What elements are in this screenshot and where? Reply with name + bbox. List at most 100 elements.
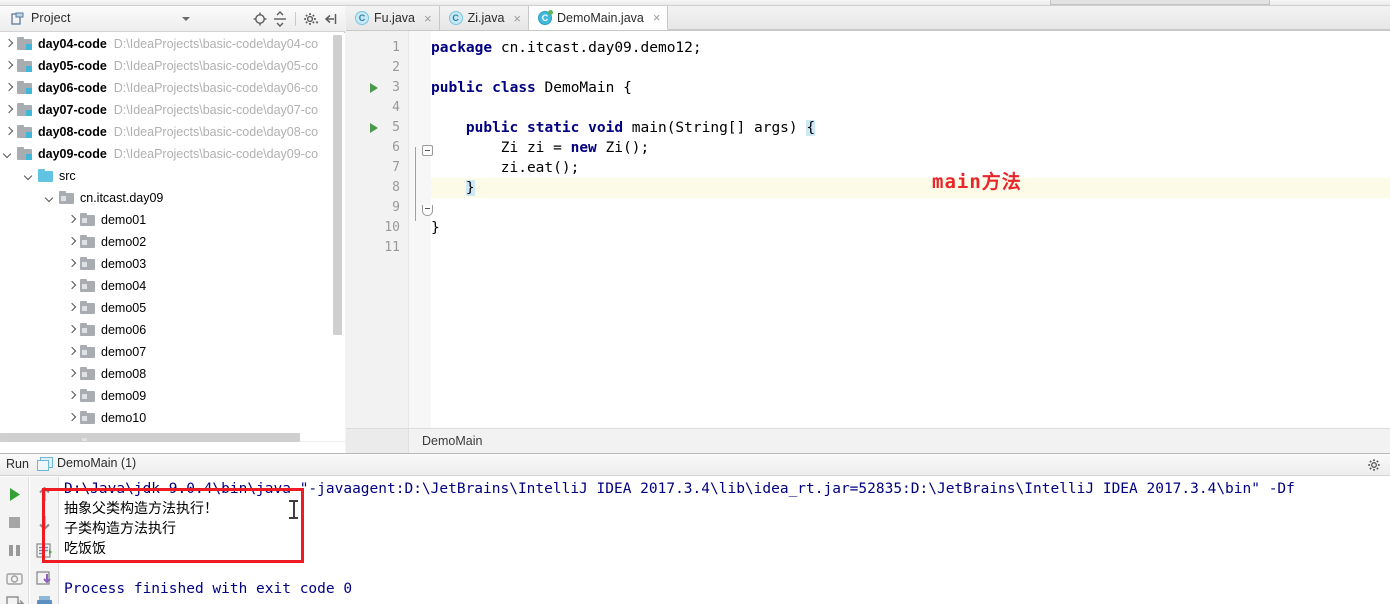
editor-area: C Fu.java × C Zi.java × C DemoMain.java × 123456…	[346, 6, 1390, 454]
console-output[interactable]: D:\Java\jdk-9.0.4\bin\java "-javaagent:D…	[60, 477, 1390, 604]
chevron-right-icon[interactable]	[67, 282, 76, 291]
chevron-down-icon[interactable]	[25, 172, 34, 181]
java-class-icon: C	[448, 11, 463, 25]
tree-node-demo06[interactable]: demo06	[0, 319, 345, 341]
chevron-right-icon[interactable]	[67, 260, 76, 269]
fold-column[interactable]	[409, 31, 433, 428]
locate-icon[interactable]	[251, 10, 269, 28]
print-icon[interactable]	[35, 594, 54, 604]
run-tool-window: Run DemoMain (1) D:\Java\jdk-9.0.4\bin\j…	[0, 453, 1390, 604]
run-gutter-marker[interactable]	[370, 83, 378, 93]
pause-icon[interactable]	[5, 541, 24, 560]
run-window-label: Run	[6, 457, 29, 471]
module-folder-icon	[17, 147, 33, 161]
tree-node-demo01[interactable]: demo01	[0, 209, 345, 231]
tree-node-path: D:\IdeaProjects\basic-code\day05-co	[113, 59, 319, 73]
code-text: {	[806, 120, 816, 136]
hide-panel-icon[interactable]	[322, 10, 340, 28]
code-line: Zi zi = new Zi();	[501, 138, 649, 158]
dump-threads-icon[interactable]	[5, 594, 24, 604]
chevron-right-icon[interactable]	[67, 326, 76, 335]
close-icon[interactable]: ×	[513, 11, 521, 26]
project-vertical-scrollbar[interactable]	[333, 35, 342, 335]
stop-icon[interactable]	[5, 513, 24, 532]
chevron-right-icon[interactable]	[4, 128, 13, 137]
tree-node-demo08[interactable]: demo08	[0, 363, 345, 385]
chevron-right-icon[interactable]	[67, 348, 76, 357]
source-folder-icon	[38, 169, 54, 183]
tree-node-label: demo01	[101, 213, 147, 227]
run-tab-demomain[interactable]: DemoMain (1)	[37, 456, 136, 471]
console-line: Process finished with exit code 0	[64, 581, 353, 597]
tree-node-demo03[interactable]: demo03	[0, 253, 345, 275]
run-settings-gear-icon[interactable]	[1366, 457, 1382, 473]
chevron-right-icon[interactable]	[67, 304, 76, 313]
package-folder-icon	[80, 323, 96, 337]
editor-tab-Fu-java[interactable]: C Fu.java ×	[346, 6, 440, 30]
tree-node-day04-code[interactable]: day04-code D:\IdeaProjects\basic-code\day…	[0, 33, 345, 55]
tree-node-cn-itcast-day09[interactable]: cn.itcast.day09	[0, 187, 345, 209]
code-keyword: void	[588, 120, 624, 136]
run-gutter-marker[interactable]	[370, 123, 378, 133]
tree-node-demo05[interactable]: demo05	[0, 297, 345, 319]
project-horizontal-scrollbar[interactable]	[0, 433, 300, 442]
code-text: cn.itcast.day09.demo12;	[492, 40, 702, 56]
editor-gutter[interactable]: 1 2 3 4 5 6 7 8 9 10 11	[346, 31, 409, 428]
tree-node-demo04[interactable]: demo04	[0, 275, 345, 297]
close-icon[interactable]: ×	[653, 10, 661, 25]
chevron-right-icon[interactable]	[4, 106, 13, 115]
chevron-right-icon[interactable]	[67, 238, 76, 247]
line-number: 8	[392, 180, 400, 195]
chevron-right-icon[interactable]	[4, 40, 13, 49]
tree-node-demo09[interactable]: demo09	[0, 385, 345, 407]
up-arrow-icon[interactable]	[35, 485, 54, 504]
tree-node-day07-code[interactable]: day07-code D:\IdeaProjects\basic-code\day…	[0, 99, 345, 121]
run-config-selector[interactable]	[1050, 0, 1270, 5]
chevron-right-icon[interactable]	[67, 216, 76, 225]
collapse-all-icon[interactable]	[271, 10, 289, 28]
code-keyword: class	[492, 80, 536, 96]
close-icon[interactable]: ×	[424, 11, 432, 26]
code-text: Zi();	[596, 140, 650, 156]
breadcrumb-class[interactable]: DemoMain	[422, 434, 482, 448]
tree-node-demo10[interactable]: demo10	[0, 407, 345, 429]
line-number: 4	[392, 100, 400, 115]
chevron-down-icon[interactable]	[46, 194, 55, 203]
soft-wrap-icon[interactable]	[35, 541, 54, 560]
editor-tab-bar[interactable]: C Fu.java × C Zi.java × C DemoMain.java ×	[346, 6, 1390, 31]
camera-icon[interactable]	[5, 569, 24, 588]
editor-tab-Zi-java[interactable]: C Zi.java ×	[440, 6, 530, 30]
chevron-right-icon[interactable]	[67, 370, 76, 379]
module-folder-icon	[17, 37, 33, 51]
line-number: 3	[392, 80, 400, 95]
tree-node-demo02[interactable]: demo02	[0, 231, 345, 253]
tree-node-day05-code[interactable]: day05-code D:\IdeaProjects\basic-code\day…	[0, 55, 345, 77]
tree-node-day06-code[interactable]: day06-code D:\IdeaProjects\basic-code\day…	[0, 77, 345, 99]
chevron-right-icon[interactable]	[4, 62, 13, 71]
project-horizontal-scroll-track	[0, 433, 345, 453]
tree-node-demo07[interactable]: demo07	[0, 341, 345, 363]
chevron-right-icon[interactable]	[67, 392, 76, 401]
text-cursor-ibeam	[289, 500, 298, 519]
tree-node-label: demo04	[101, 279, 147, 293]
code-text: }	[465, 180, 475, 196]
code-line: zi.eat();	[501, 158, 580, 178]
main-method-annotation: main方法	[932, 171, 1022, 193]
rerun-icon[interactable]	[5, 485, 24, 504]
tree-node-day08-code[interactable]: day08-code D:\IdeaProjects\basic-code\day…	[0, 121, 345, 143]
down-arrow-icon[interactable]	[35, 513, 54, 532]
code-editor[interactable]: 1 2 3 4 5 6 7 8 9 10 11 package cn.itcast.day09.de…	[346, 31, 1390, 428]
tree-node-src[interactable]: src	[0, 165, 345, 187]
scroll-to-end-icon[interactable]	[35, 569, 54, 588]
chevron-down-icon[interactable]	[4, 150, 13, 159]
chevron-right-icon[interactable]	[4, 84, 13, 93]
tree-node-label: demo10	[101, 411, 147, 425]
chevron-right-icon[interactable]	[67, 414, 76, 423]
project-tree[interactable]: day04-code D:\IdeaProjects\basic-code\day…	[0, 33, 345, 441]
settings-gear-icon[interactable]	[302, 10, 320, 28]
tree-node-day09-code[interactable]: day09-code D:\IdeaProjects\basic-code\day…	[0, 143, 345, 165]
editor-tab-DemoMain-java[interactable]: C DemoMain.java ×	[529, 6, 669, 30]
chevron-down-icon[interactable]	[182, 17, 190, 21]
tree-node-path: D:\IdeaProjects\basic-code\day07-co	[113, 103, 319, 117]
